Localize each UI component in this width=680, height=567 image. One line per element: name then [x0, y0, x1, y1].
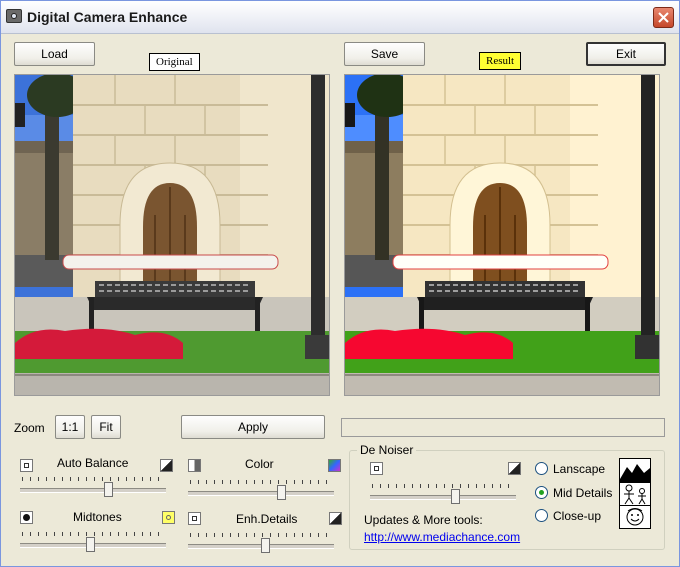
landscape-glyph: [620, 464, 650, 481]
denoiser-title: De Noiser: [357, 443, 417, 457]
landscape-icon[interactable]: [619, 458, 651, 482]
slider-thumb[interactable]: [103, 482, 113, 497]
color-min-icon[interactable]: [188, 459, 201, 472]
title-bar: Digital Camera Enhance: [1, 1, 679, 34]
apply-button[interactable]: Apply: [181, 415, 325, 439]
lanscape-radio[interactable]: [535, 462, 548, 475]
auto-balance-label: Auto Balance: [57, 456, 129, 470]
slider-thumb[interactable]: [277, 485, 287, 500]
slider-ticks: [22, 532, 164, 536]
enh-details-max-icon[interactable]: [329, 512, 342, 525]
result-photo: [345, 75, 659, 395]
camera-icon: [6, 9, 22, 23]
load-button[interactable]: Load: [14, 42, 95, 66]
enh-details-slider[interactable]: [188, 532, 334, 554]
midtones-min-icon[interactable]: [20, 511, 33, 524]
slider-track: [188, 491, 334, 496]
window-title: Digital Camera Enhance: [27, 9, 188, 25]
result-tag: Result: [479, 52, 522, 70]
face-glyph: [626, 508, 644, 526]
zoom-label: Zoom: [14, 421, 45, 435]
auto-balance-slider[interactable]: [20, 476, 166, 498]
slider-thumb[interactable]: [450, 489, 460, 504]
slider-ticks: [372, 484, 514, 488]
midtones-slider[interactable]: [20, 531, 166, 553]
auto-balance-max-icon[interactable]: [160, 459, 173, 472]
original-photo: [15, 75, 329, 395]
slider-thumb[interactable]: [261, 538, 271, 553]
slider-thumb[interactable]: [86, 537, 96, 552]
people-icon[interactable]: [619, 482, 651, 506]
result-image[interactable]: [344, 74, 660, 396]
save-button[interactable]: Save: [344, 42, 425, 66]
zoom-1-1-button[interactable]: 1:1: [55, 415, 85, 439]
midtones-label: Midtones: [73, 510, 122, 524]
slider-track: [370, 495, 516, 500]
mid-details-radio[interactable]: [535, 486, 548, 499]
close-icon: [658, 12, 669, 23]
exit-button[interactable]: Exit: [586, 42, 666, 66]
people-glyph: [624, 484, 646, 505]
slider-ticks: [190, 480, 332, 484]
zoom-fit-button[interactable]: Fit: [91, 415, 121, 439]
denoiser-max-icon[interactable]: [508, 462, 521, 475]
denoiser-min-icon[interactable]: [370, 462, 383, 475]
midtones-max-icon[interactable]: [162, 511, 175, 524]
auto-balance-min-icon[interactable]: [20, 459, 33, 472]
enh-details-label: Enh.Details: [236, 512, 298, 526]
updates-text: Updates & More tools:: [364, 513, 483, 527]
face-icon[interactable]: [619, 505, 651, 529]
close-up-label[interactable]: Close-up: [553, 509, 601, 523]
slider-track: [20, 488, 166, 493]
mid-details-label[interactable]: Mid Details: [553, 486, 612, 500]
denoiser-slider[interactable]: [370, 483, 516, 505]
color-max-icon[interactable]: [328, 459, 341, 472]
slider-ticks: [22, 477, 164, 481]
color-slider[interactable]: [188, 479, 334, 501]
color-label: Color: [245, 457, 274, 471]
original-image[interactable]: [14, 74, 330, 396]
enh-details-min-icon[interactable]: [188, 512, 201, 525]
original-tag: Original: [149, 53, 200, 71]
lanscape-label[interactable]: Lanscape: [553, 462, 605, 476]
slider-ticks: [190, 533, 332, 537]
mediachance-link[interactable]: http://www.mediachance.com: [364, 530, 520, 544]
progress-bar: [341, 418, 665, 437]
close-up-radio[interactable]: [535, 509, 548, 522]
close-button[interactable]: [653, 7, 674, 28]
